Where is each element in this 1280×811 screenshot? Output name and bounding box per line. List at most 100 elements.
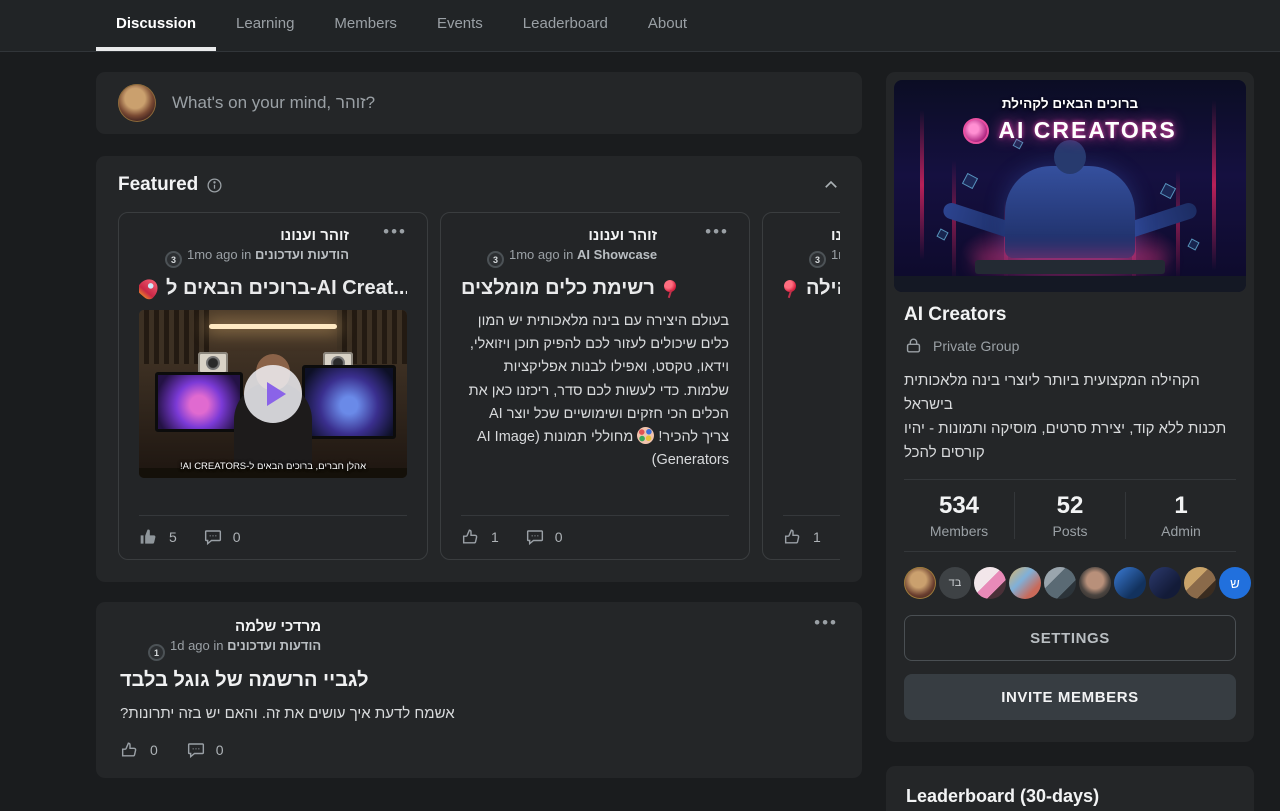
featured-carousel: 3 זוהר וענונו 1mo ago in הודעות ועדכונים… — [118, 212, 840, 560]
group-description-line2: תכנות ללא קוד, יצירת סרטים, מוסיקה ותמונ… — [904, 417, 1236, 465]
rocket-emoji — [139, 277, 162, 300]
author-name[interactable]: זוהר וענונו — [831, 227, 840, 244]
author-avatar[interactable]: 1 — [120, 618, 160, 658]
more-options-icon[interactable]: ••• — [705, 227, 729, 237]
leaderboard-title: Leaderboard (30-days) — [906, 786, 1234, 807]
member-avatar[interactable] — [974, 567, 1006, 599]
decor — [198, 352, 228, 374]
feed-post[interactable]: 1 מרדכי שלמה 1d ago in הודעות ועדכונים •… — [96, 602, 862, 778]
top-nav: Discussion Learning Members Events Leade… — [0, 0, 1280, 52]
author-name[interactable]: זוהר וענונו — [187, 227, 349, 244]
palette-emoji — [637, 427, 654, 444]
like-count: 0 — [150, 742, 158, 758]
post-body: בעולם היצירה עם בינה מלאכותית יש המון כל… — [469, 313, 729, 445]
post-time: 1mo ago in — [509, 247, 573, 262]
featured-post-rules[interactable]: 3 זוהר וענונו 1mo חוקי הקהילה למעלה ? הי — [762, 212, 840, 560]
level-badge: 3 — [809, 251, 826, 268]
stat-posts[interactable]: 52 Posts — [1014, 492, 1125, 539]
tab-learning[interactable]: Learning — [216, 0, 314, 51]
like-button[interactable]: 0 — [120, 740, 158, 760]
featured-post-welcome[interactable]: 3 זוהר וענונו 1mo ago in הודעות ועדכונים… — [118, 212, 428, 560]
decor — [155, 372, 243, 432]
like-button[interactable]: 1 — [461, 527, 499, 547]
group-sidebar: ברוכים הבאים לקהילת AI CREATORS AI Creat… — [886, 72, 1254, 811]
member-avatar[interactable] — [1009, 567, 1041, 599]
decor — [209, 324, 338, 329]
group-info-card: ברוכים הבאים לקהילת AI CREATORS AI Creat… — [886, 72, 1254, 742]
leaderboard-card: Leaderboard (30-days) — [886, 766, 1254, 811]
stat-admin[interactable]: 1 Admin — [1125, 492, 1236, 539]
more-options-icon[interactable]: ••• — [814, 618, 838, 628]
like-count: 1 — [491, 529, 499, 545]
tab-events[interactable]: Events — [417, 0, 503, 51]
post-composer[interactable]: What's on your mind, זוהר? — [96, 72, 862, 134]
group-name: AI Creators — [904, 304, 1236, 326]
like-count: 1 — [813, 529, 821, 545]
member-avatar[interactable] — [1149, 567, 1181, 599]
comment-count: 0 — [555, 529, 563, 545]
member-avatar[interactable]: בד — [939, 567, 971, 599]
comment-button[interactable]: 0 — [525, 527, 563, 547]
member-avatar[interactable]: ש — [1219, 567, 1251, 599]
feed-column: What's on your mind, זוהר? Featured — [96, 72, 862, 811]
level-badge: 1 — [148, 644, 165, 661]
tab-about[interactable]: About — [628, 0, 707, 51]
member-avatar[interactable] — [904, 567, 936, 599]
pin-emoji — [783, 280, 798, 298]
post-category[interactable]: הודעות ועדכונים — [255, 247, 349, 262]
level-badge: 3 — [165, 251, 182, 268]
user-avatar — [118, 84, 156, 122]
tab-leaderboard[interactable]: Leaderboard — [503, 0, 628, 51]
member-avatar[interactable] — [1184, 567, 1216, 599]
post-time: 1d ago in — [170, 638, 224, 653]
composer-prompt[interactable]: What's on your mind, זוהר? — [172, 93, 375, 113]
stat-members[interactable]: 534 Members — [904, 492, 1014, 539]
featured-section: Featured 3 — [96, 156, 862, 582]
tab-members[interactable]: Members — [314, 0, 417, 51]
author-avatar[interactable]: 3 — [783, 227, 821, 265]
post-category[interactable]: הודעות ועדכונים — [227, 638, 321, 653]
member-avatar[interactable] — [1044, 567, 1076, 599]
brain-logo-icon — [963, 118, 989, 144]
featured-title: Featured — [118, 174, 198, 196]
comment-count: 0 — [233, 529, 241, 545]
info-icon[interactable] — [206, 177, 223, 194]
post-time: 1mo — [831, 247, 840, 262]
post-title: רשימת כלים מומלצים — [461, 277, 655, 300]
video-thumbnail[interactable]: אהלן חברים, ברוכים הבאים ל-AI CREATORS! — [139, 310, 407, 478]
banner-group-name: AI CREATORS — [998, 117, 1176, 144]
invite-members-button[interactable]: INVITE MEMBERS — [904, 674, 1236, 720]
author-name[interactable]: זוהר וענונו — [509, 227, 657, 244]
featured-post-tools[interactable]: 3 זוהר וענונו 1mo ago in AI Showcase •••… — [440, 212, 750, 560]
post-time: 1mo ago in — [187, 247, 251, 262]
comment-button[interactable]: 0 — [186, 740, 224, 760]
tab-discussion[interactable]: Discussion — [96, 0, 216, 51]
author-name[interactable]: מרדכי שלמה — [170, 618, 321, 635]
member-avatar[interactable] — [1079, 567, 1111, 599]
author-avatar[interactable]: 3 — [139, 227, 177, 265]
tab-bar: Discussion Learning Members Events Leade… — [96, 0, 707, 51]
comment-button[interactable]: 0 — [203, 527, 241, 547]
post-category[interactable]: AI Showcase — [577, 247, 657, 262]
video-caption: אהלן חברים, ברוכים הבאים ל-AI CREATORS! — [139, 461, 407, 472]
group-stats: 534 Members 52 Posts 1 Admin — [904, 479, 1236, 552]
play-icon[interactable] — [244, 365, 302, 423]
settings-button[interactable]: SETTINGS — [904, 615, 1236, 661]
lock-icon — [904, 336, 923, 355]
post-body: למעלה ? היכנס ל עמוד התכנים שיש לקבל תשו… — [783, 314, 840, 515]
decor — [302, 365, 396, 439]
post-body: אשמח לדעת איך עושים את זה. והאם יש בזה י… — [120, 705, 838, 722]
more-options-icon[interactable]: ••• — [383, 227, 407, 237]
like-button[interactable]: 5 — [139, 527, 177, 547]
post-title: חוקי הקהילה — [806, 277, 840, 300]
collapse-chevron-up-icon[interactable] — [822, 176, 840, 194]
like-count: 5 — [169, 529, 177, 545]
group-cover-image: ברוכים הבאים לקהילת AI CREATORS — [894, 80, 1246, 292]
member-avatars-row: בד ש — [904, 552, 1236, 615]
like-button[interactable]: 1 — [783, 527, 821, 547]
group-description-line1: הקהילה המקצועית ביותר ליוצרי בינה מלאכות… — [904, 369, 1236, 417]
member-avatar[interactable] — [1114, 567, 1146, 599]
banner-welcome-text: ברוכים הבאים לקהילת — [894, 96, 1246, 111]
post-title: לגביי הרשמה של גוגל בלבד — [120, 669, 838, 692]
author-avatar[interactable]: 3 — [461, 227, 499, 265]
